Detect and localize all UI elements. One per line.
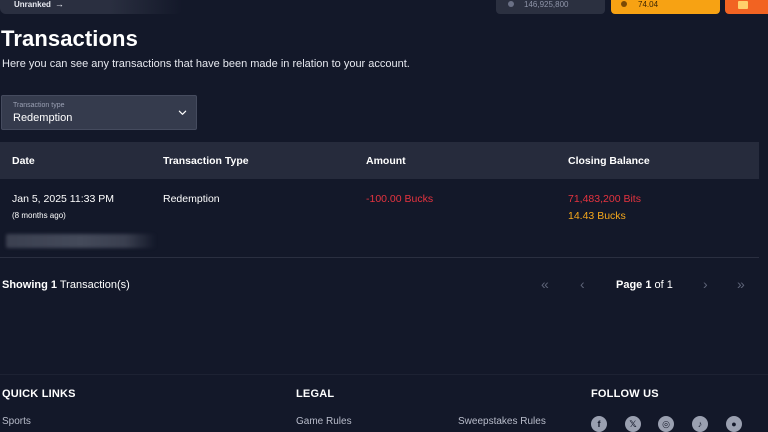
blurred-transaction-id <box>6 234 156 248</box>
current-page: 1 <box>645 279 652 291</box>
page-indicator: Page 1 of 1 <box>616 279 673 291</box>
chevron-down-icon <box>178 110 187 115</box>
page-title: Transactions <box>1 26 138 51</box>
bits-coin-icon <box>508 1 514 7</box>
first-page-icon[interactable]: « <box>541 276 549 292</box>
bits-balance: 146,925,800 <box>524 0 569 9</box>
facebook-icon[interactable]: f <box>591 416 607 432</box>
column-header-type: Transaction Type <box>163 155 249 167</box>
footer-link-sweepstakes-rules[interactable]: Sweepstakes Rules <box>458 416 546 427</box>
row-relative-time: (8 months ago) <box>12 211 66 220</box>
footer-divider <box>0 374 768 375</box>
column-header-date: Date <box>12 155 35 167</box>
row-closing-bucks: 14.43 Bucks <box>568 210 626 222</box>
transaction-type-select[interactable]: Transaction type Redemption <box>1 95 197 130</box>
page-prefix: Page <box>616 279 643 291</box>
row-type: Redemption <box>163 193 220 205</box>
previous-page-icon[interactable]: ‹ <box>580 276 585 292</box>
instagram-icon[interactable]: ◎ <box>658 416 674 432</box>
footer-link-game-rules[interactable]: Game Rules <box>296 416 352 427</box>
gift-button[interactable] <box>725 0 768 14</box>
column-header-closing-balance: Closing Balance <box>568 155 650 167</box>
showing-prefix: Showing <box>2 279 48 291</box>
last-page-icon[interactable]: » <box>737 276 745 292</box>
row-date: Jan 5, 2025 11:33 PM <box>12 193 114 205</box>
footer-quick-links-title: QUICK LINKS <box>2 388 76 400</box>
page-of: of <box>654 279 664 291</box>
rank-badge[interactable]: Unranked → <box>0 0 182 14</box>
bits-balance-pill[interactable]: 146,925,800 <box>496 0 605 14</box>
results-count: Showing 1 Transaction(s) <box>2 279 130 291</box>
arrow-right-icon: → <box>54 0 64 9</box>
rank-label: Unranked <box>14 0 51 9</box>
bucks-balance-pill[interactable]: 74.04 <box>611 0 720 14</box>
reddit-icon[interactable]: ● <box>726 416 742 432</box>
footer-link-sports[interactable]: Sports <box>2 416 31 427</box>
row-closing-bits: 71,483,200 Bits <box>568 193 641 205</box>
row-amount: -100.00 Bucks <box>366 193 434 205</box>
table-divider <box>0 257 759 258</box>
top-bar: Unranked → 146,925,800 74.04 <box>0 0 768 14</box>
column-header-amount: Amount <box>366 155 406 167</box>
tiktok-icon[interactable]: ♪ <box>692 416 708 432</box>
table-header: Date Transaction Type Amount Closing Bal… <box>0 142 759 179</box>
total-pages: 1 <box>666 279 673 291</box>
select-label: Transaction type <box>13 102 65 109</box>
showing-count: 1 <box>50 279 58 291</box>
showing-suffix: Transaction(s) <box>59 279 130 291</box>
next-page-icon[interactable]: › <box>703 276 708 292</box>
x-icon[interactable]: 𝕏 <box>625 416 641 432</box>
bucks-coin-icon <box>621 1 627 7</box>
gift-icon <box>738 1 748 9</box>
page-subtitle: Here you can see any transactions that h… <box>2 58 410 70</box>
bucks-balance: 74.04 <box>638 0 659 9</box>
footer-follow-title: FOLLOW US <box>591 388 659 400</box>
footer-legal-title: LEGAL <box>296 388 335 400</box>
select-value: Redemption <box>13 112 73 124</box>
